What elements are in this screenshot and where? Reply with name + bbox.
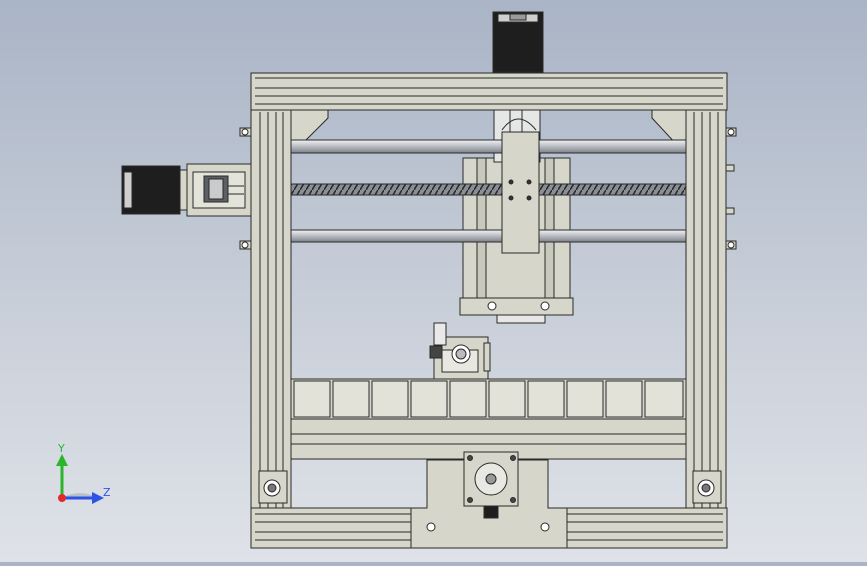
top-stepper-motor	[492, 11, 544, 73]
graphics-viewport[interactable]: Y Z	[0, 0, 867, 562]
coordinate-triad: Y Z	[56, 442, 111, 504]
y-axis-label: Y	[57, 442, 65, 455]
spoilboard-bed	[290, 378, 687, 420]
cnc-model-view[interactable]: Y Z	[0, 0, 867, 562]
upper-guide-rod	[290, 139, 687, 154]
lower-guide-rod	[290, 229, 687, 243]
lead-screw	[290, 183, 687, 196]
x-axis-dot	[58, 494, 66, 502]
right-frame-post	[685, 109, 727, 511]
right-bottom-bearing	[692, 470, 722, 504]
left-frame-post	[250, 109, 292, 511]
x-stepper-motor	[121, 165, 188, 215]
left-bottom-bearing	[258, 470, 288, 504]
right-side-bolts	[725, 127, 737, 250]
spindle-clamp	[429, 322, 491, 380]
x-carriage-plate	[501, 131, 540, 254]
z-axis-label: Z	[103, 486, 111, 499]
top-frame-beam	[250, 72, 728, 111]
y-motor-mount	[410, 451, 568, 549]
x-motor-coupler-bracket	[186, 163, 252, 217]
